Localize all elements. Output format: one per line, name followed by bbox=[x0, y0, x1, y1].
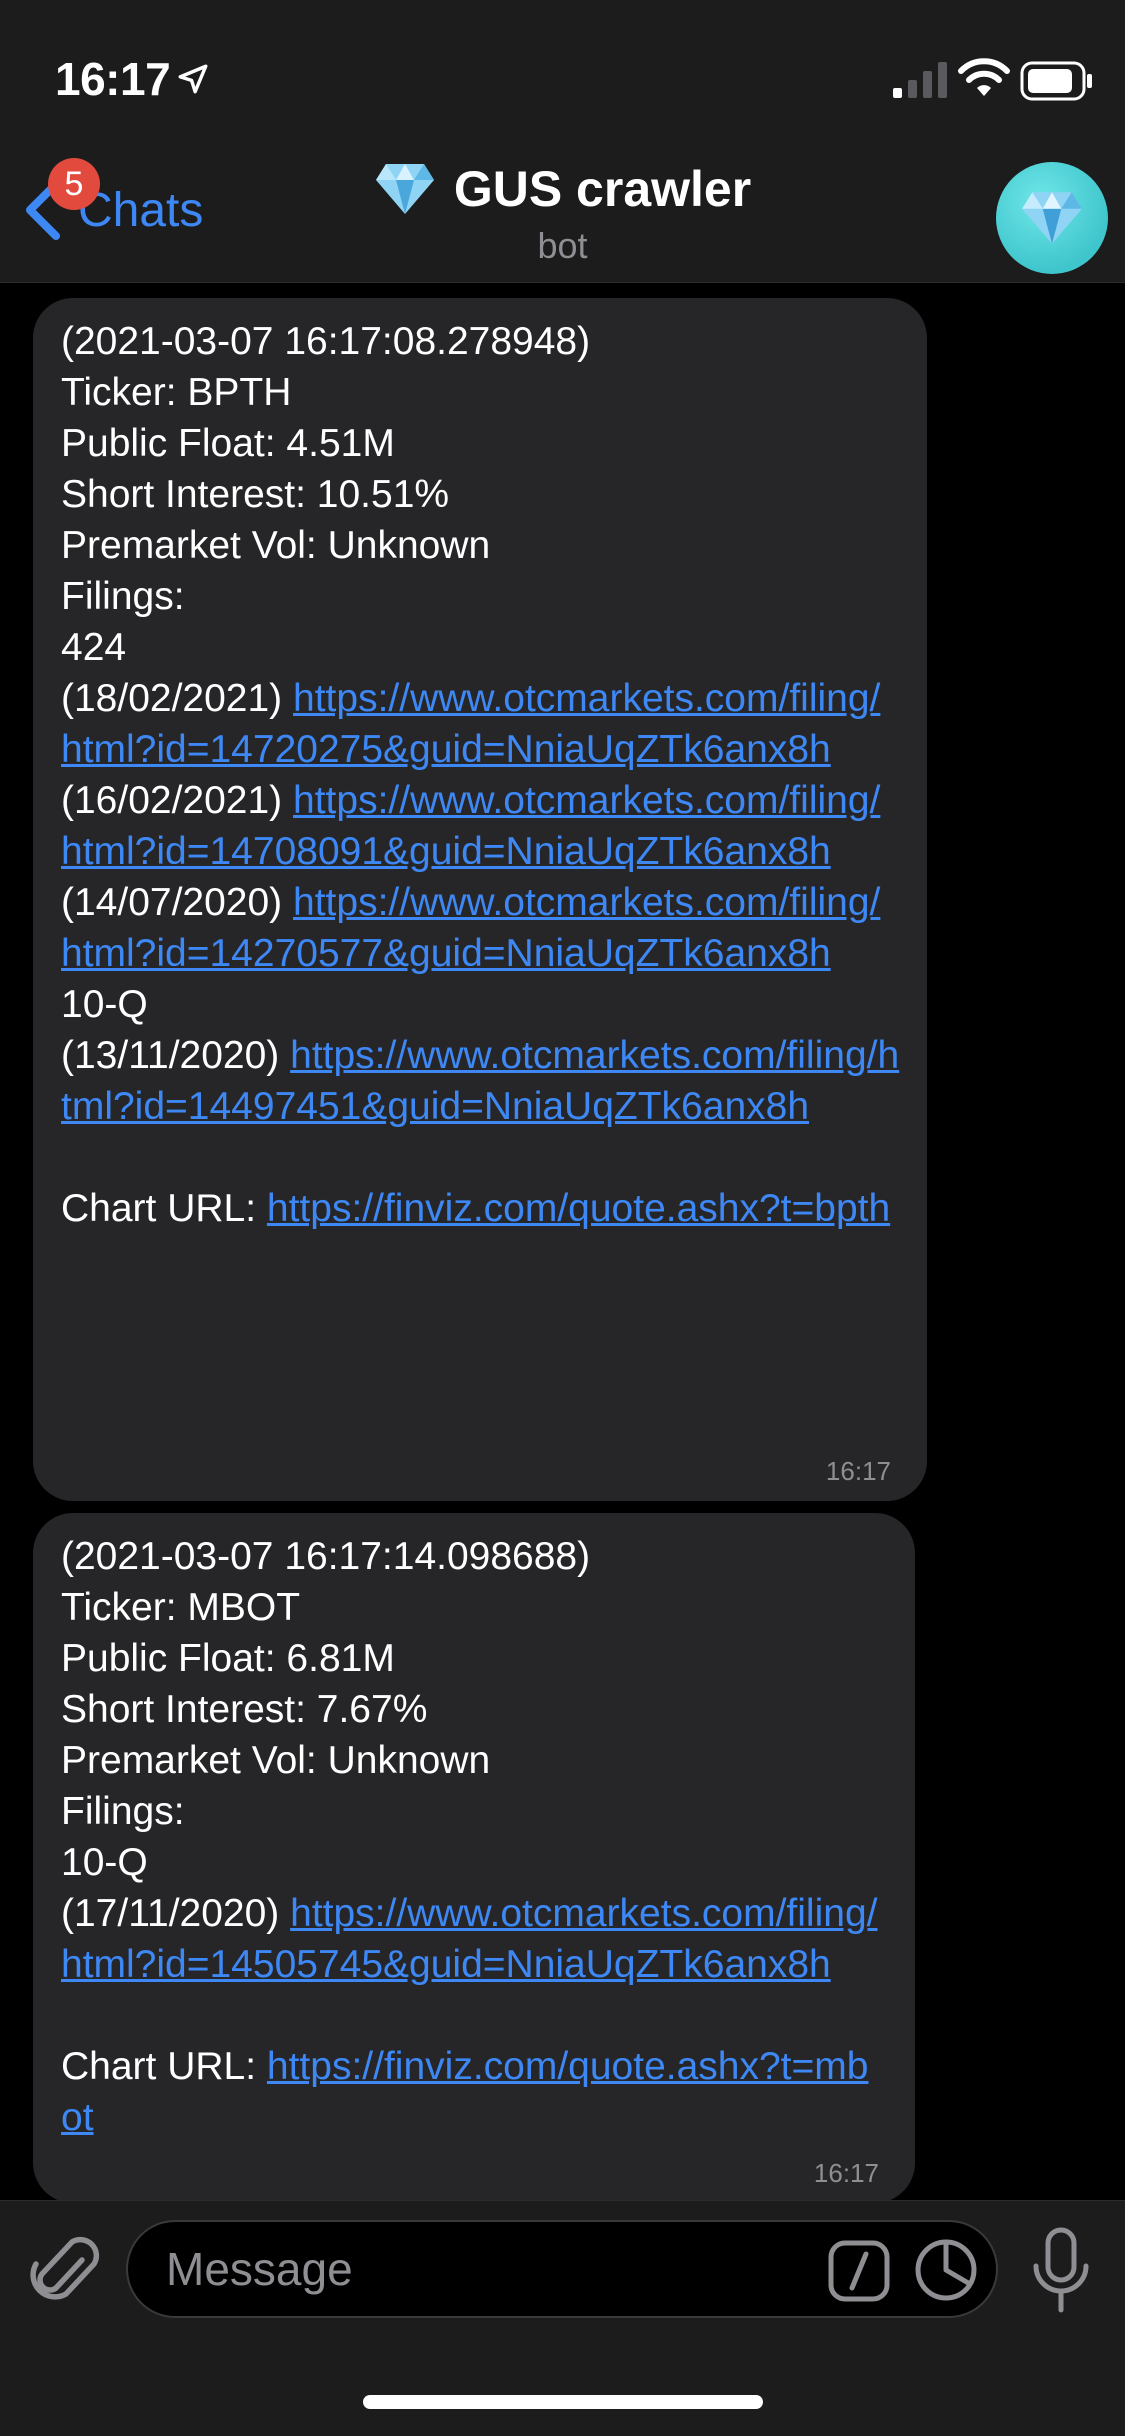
chart-url-label: Chart URL: bbox=[61, 2045, 257, 2088]
chart-url-label: Chart URL: bbox=[61, 1187, 257, 1230]
home-indicator[interactable] bbox=[363, 2395, 763, 2409]
premarket-vol-line: Premarket Vol: Unknown bbox=[61, 524, 491, 567]
divider bbox=[0, 2200, 1125, 2201]
message-timestamp-line: (2021-03-07 16:17:14.098688) bbox=[61, 1535, 591, 1578]
ticker-line: Ticker: BPTH bbox=[61, 371, 292, 414]
ticker-line: Ticker: MBOT bbox=[61, 1586, 301, 1629]
sticker-icon[interactable] bbox=[914, 2238, 978, 2302]
filings-label: Filings: bbox=[61, 575, 185, 618]
battery-icon bbox=[1020, 61, 1092, 101]
filing-form-type: 10-Q bbox=[61, 983, 148, 1026]
microphone-icon[interactable] bbox=[1030, 2226, 1092, 2316]
chat-header[interactable]: GUS crawler bbox=[0, 160, 1125, 221]
chat-subtitle: bot bbox=[537, 225, 588, 266]
message-time: 16:17 bbox=[825, 1456, 891, 1486]
paperclip-icon[interactable] bbox=[30, 2230, 100, 2310]
message-timestamp-line: (2021-03-07 16:17:08.278948) bbox=[61, 320, 591, 363]
top-bar: 16:17 Chats 5 GUS crawler bot bbox=[0, 0, 1125, 283]
message-bubble[interactable]: (2021-03-07 16:17:14.098688) Ticker: MBO… bbox=[33, 1513, 915, 2203]
message-text: (2021-03-07 16:17:14.098688) Ticker: MBO… bbox=[61, 1531, 889, 2143]
bot-command-icon[interactable] bbox=[828, 2240, 890, 2302]
message-time: 16:17 bbox=[813, 2158, 879, 2188]
public-float-line: Public Float: 4.51M bbox=[61, 422, 395, 465]
public-float-line: Public Float: 6.81M bbox=[61, 1637, 395, 1680]
bot-avatar[interactable] bbox=[996, 162, 1108, 274]
message-input[interactable] bbox=[166, 2222, 726, 2316]
message-bubble[interactable]: (2021-03-07 16:17:08.278948) Ticker: BPT… bbox=[33, 298, 927, 1501]
message-field[interactable] bbox=[126, 2220, 998, 2318]
gem-icon bbox=[375, 164, 434, 214]
short-interest-line: Short Interest: 7.67% bbox=[61, 1688, 428, 1731]
gem-icon bbox=[1022, 192, 1082, 244]
filings-label: Filings: bbox=[61, 1790, 185, 1833]
filing-form-type: 424 bbox=[61, 626, 127, 669]
message-text: (2021-03-07 16:17:08.278948) Ticker: BPT… bbox=[61, 316, 901, 1234]
short-interest-line: Short Interest: 10.51% bbox=[61, 473, 450, 516]
divider bbox=[0, 282, 1125, 283]
cellular-signal-icon bbox=[893, 62, 947, 98]
filing-date: (18/02/2021) bbox=[61, 677, 283, 720]
filing-date: (17/11/2020) bbox=[61, 1892, 280, 1935]
premarket-vol-line: Premarket Vol: Unknown bbox=[61, 1739, 491, 1782]
chart-url-link[interactable]: https://finviz.com/quote.ashx?t=bpth bbox=[267, 1187, 890, 1230]
filing-form-type: 10-Q bbox=[61, 1841, 148, 1884]
wifi-icon bbox=[958, 58, 1010, 96]
filing-date: (13/11/2020) bbox=[61, 1034, 280, 1077]
status-time: 16:17 bbox=[55, 53, 171, 105]
chat-title: GUS crawler bbox=[453, 161, 752, 217]
filing-date: (16/02/2021) bbox=[61, 779, 283, 822]
location-arrow-icon bbox=[178, 64, 208, 94]
filing-date: (14/07/2020) bbox=[61, 881, 283, 924]
